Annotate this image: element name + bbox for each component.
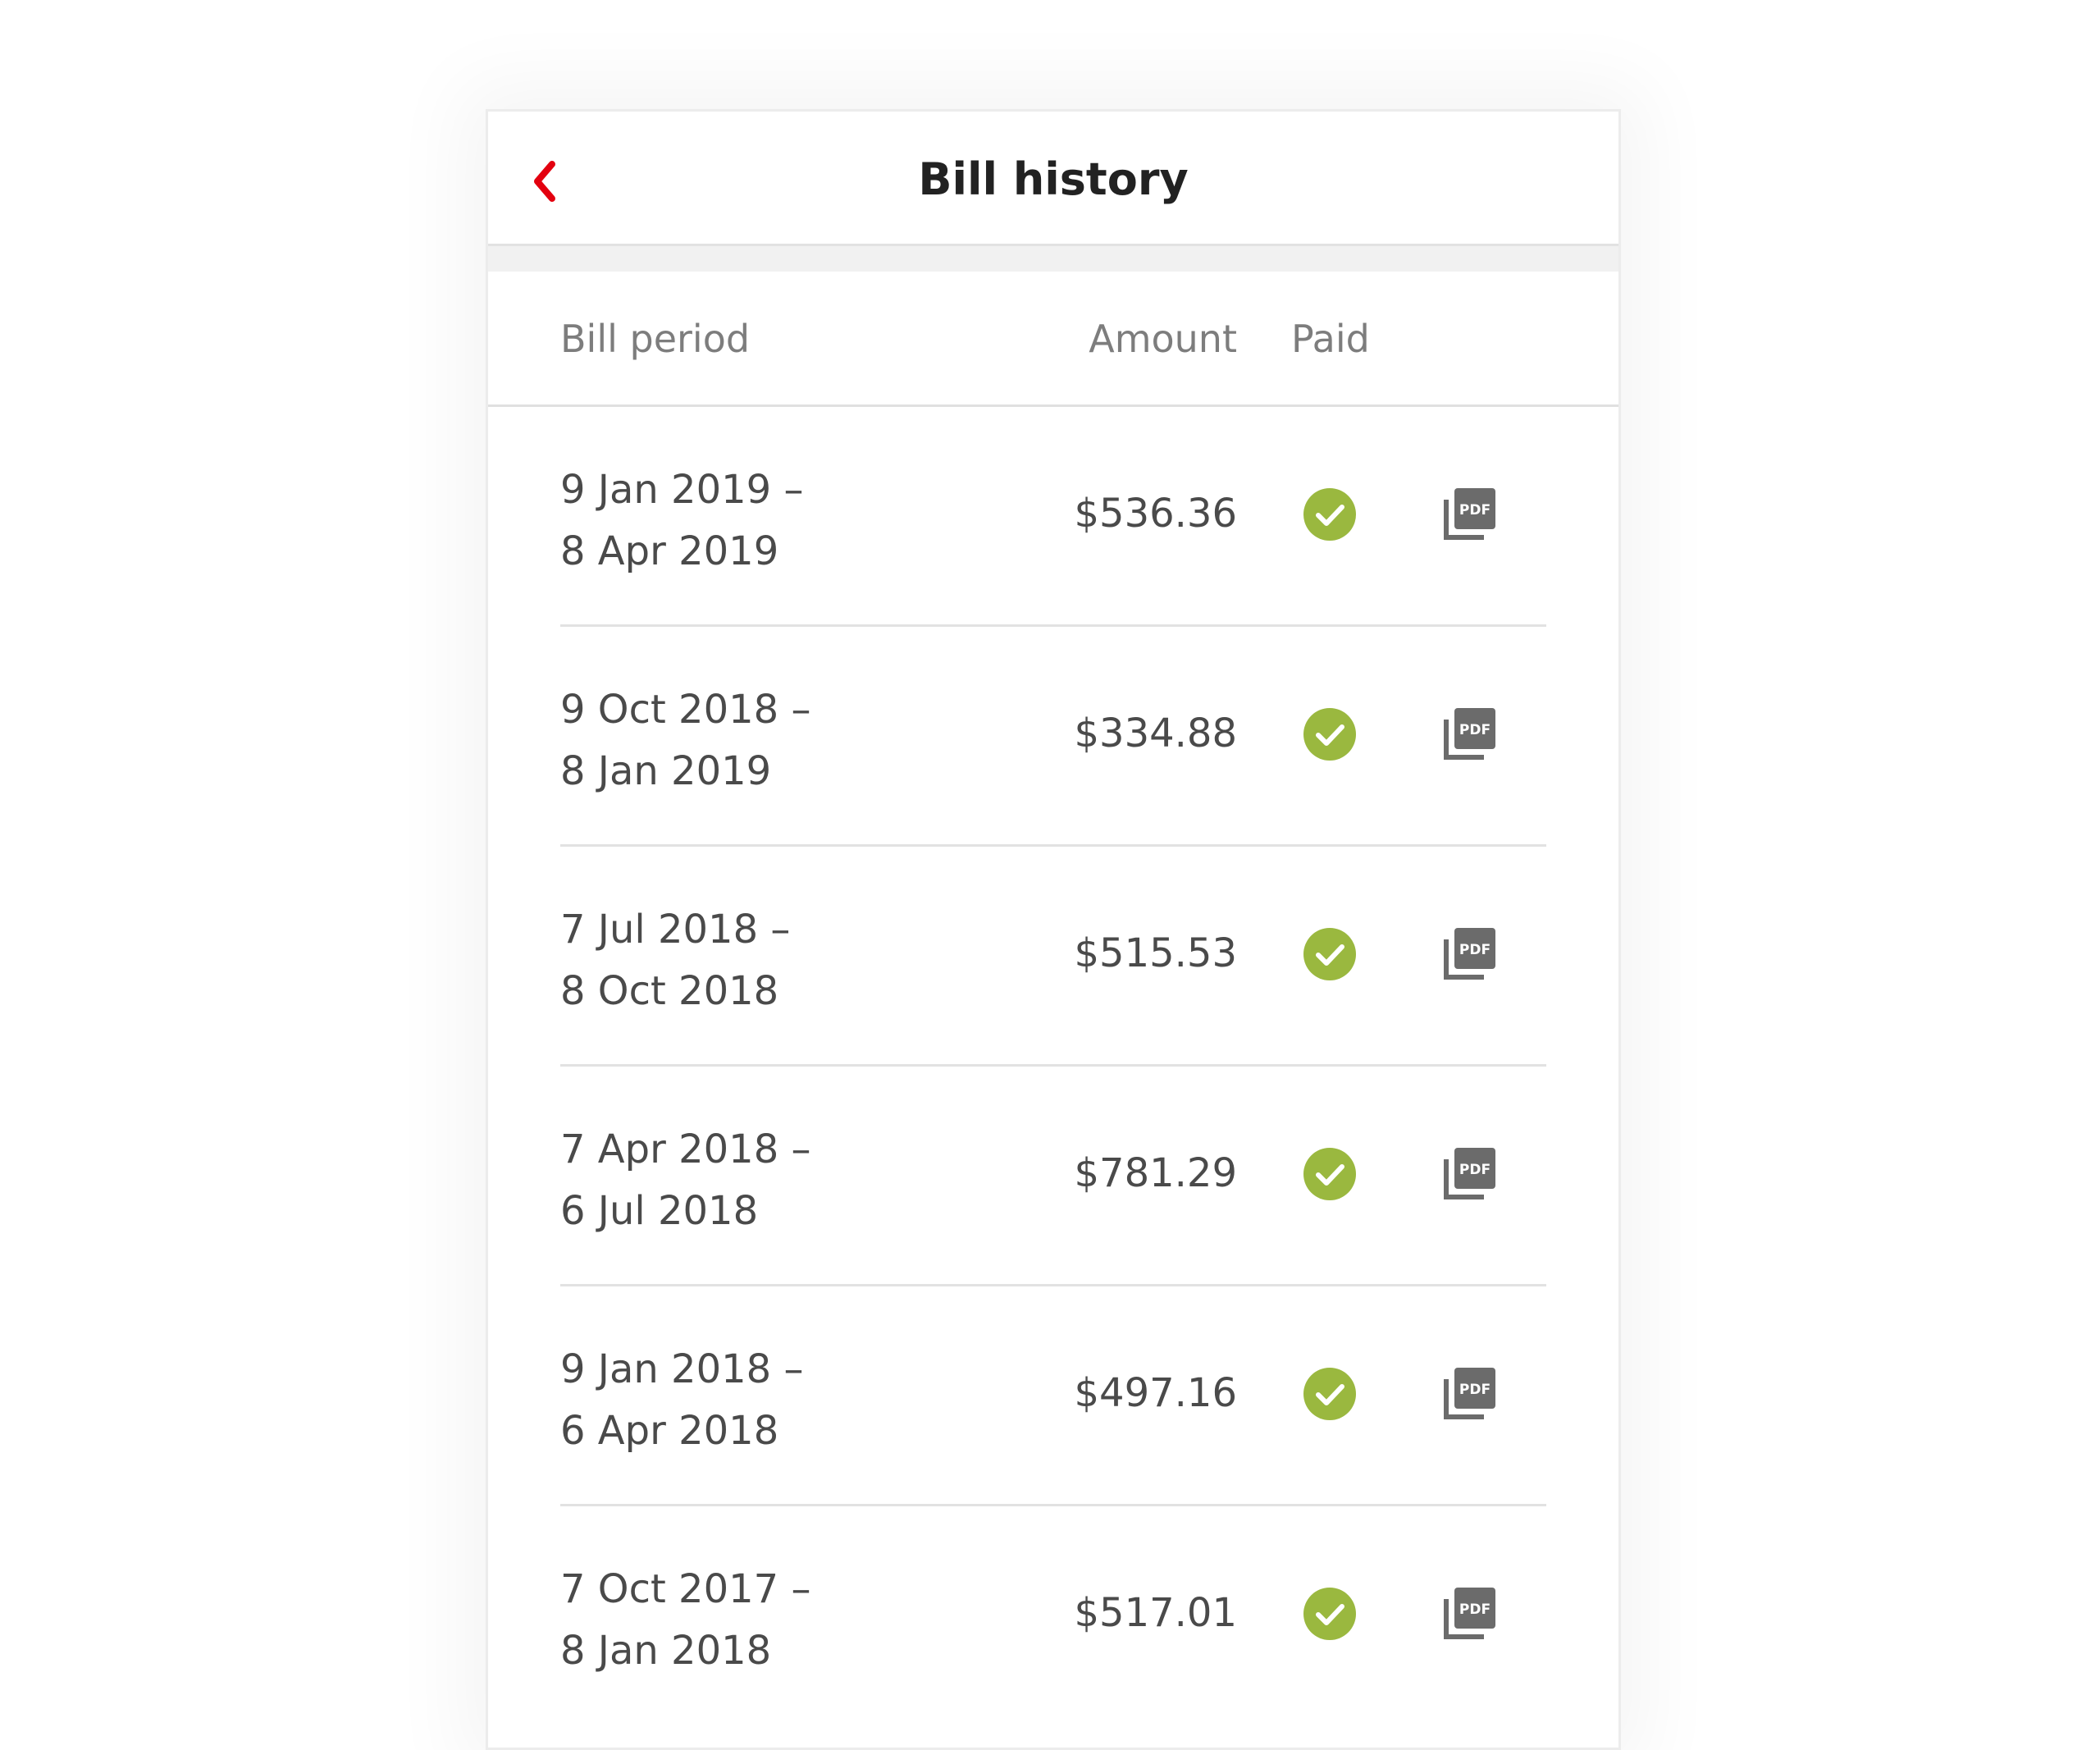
bill-period: 9 Jan 2018 – 6 Apr 2018 xyxy=(560,1339,803,1462)
bill-period-start: 9 Jan 2019 – xyxy=(560,467,804,513)
pdf-download-icon[interactable]: PDF xyxy=(1443,487,1497,541)
pdf-label: PDF xyxy=(1459,942,1491,958)
column-header-amount: Amount xyxy=(1089,317,1237,361)
bill-period: 7 Jul 2018 – 8 Oct 2018 xyxy=(560,899,790,1022)
paid-check-icon xyxy=(1303,928,1356,980)
bill-row[interactable]: 7 Oct 2017 – 8 Jan 2018 $517.01 PDF xyxy=(488,1506,1618,1726)
bill-list: 9 Jan 2019 – 8 Apr 2019 $536.36 PDF 9 Oc… xyxy=(488,407,1618,1726)
bill-period-end: 8 Oct 2018 xyxy=(560,968,779,1014)
bill-row[interactable]: 9 Jan 2019 – 8 Apr 2019 $536.36 PDF xyxy=(488,407,1618,627)
app-header: Bill history xyxy=(488,112,1618,246)
bill-amount: $781.29 xyxy=(1074,1150,1238,1196)
bill-period-start: 7 Oct 2017 – xyxy=(560,1566,811,1612)
column-header-paid: Paid xyxy=(1291,317,1370,361)
table-header: Bill period Amount Paid xyxy=(488,272,1618,407)
bill-row[interactable]: 7 Apr 2018 – 6 Jul 2018 $781.29 PDF xyxy=(488,1067,1618,1286)
bill-row[interactable]: 7 Jul 2018 – 8 Oct 2018 $515.53 PDF xyxy=(488,847,1618,1067)
pdf-label: PDF xyxy=(1459,1382,1491,1398)
bill-period: 7 Apr 2018 – 6 Jul 2018 xyxy=(560,1119,811,1242)
bill-period-end: 8 Jan 2019 xyxy=(560,748,772,794)
pdf-label: PDF xyxy=(1459,1602,1491,1618)
bill-row[interactable]: 9 Jan 2018 – 6 Apr 2018 $497.16 PDF xyxy=(488,1286,1618,1506)
bill-period-start: 7 Apr 2018 – xyxy=(560,1126,811,1172)
bill-amount: $334.88 xyxy=(1074,711,1238,756)
pdf-download-icon[interactable]: PDF xyxy=(1443,1366,1497,1420)
bill-period: 9 Jan 2019 – 8 Apr 2019 xyxy=(560,459,803,583)
bill-period-start: 9 Jan 2018 – xyxy=(560,1346,804,1392)
pdf-download-icon[interactable]: PDF xyxy=(1443,1146,1497,1200)
bill-period-end: 8 Jan 2018 xyxy=(560,1628,772,1674)
pdf-download-icon[interactable]: PDF xyxy=(1443,926,1497,980)
bill-amount: $536.36 xyxy=(1074,491,1238,537)
bill-period-end: 6 Jul 2018 xyxy=(560,1188,759,1234)
pdf-download-icon[interactable]: PDF xyxy=(1443,1586,1497,1640)
column-header-bill-period: Bill period xyxy=(560,317,751,361)
paid-check-icon xyxy=(1303,1368,1356,1420)
pdf-label: PDF xyxy=(1459,502,1491,519)
page-title: Bill history xyxy=(918,153,1189,205)
paid-check-icon xyxy=(1303,488,1356,541)
bill-period: 7 Oct 2017 – 8 Jan 2018 xyxy=(560,1559,810,1682)
bill-row[interactable]: 9 Oct 2018 – 8 Jan 2019 $334.88 PDF xyxy=(488,627,1618,847)
paid-check-icon xyxy=(1303,708,1356,761)
paid-check-icon xyxy=(1303,1588,1356,1640)
bill-amount: $497.16 xyxy=(1074,1370,1238,1416)
bill-amount: $517.01 xyxy=(1074,1590,1238,1636)
bill-period-end: 6 Apr 2018 xyxy=(560,1408,779,1454)
bill-period: 9 Oct 2018 – 8 Jan 2019 xyxy=(560,679,810,802)
paid-check-icon xyxy=(1303,1148,1356,1200)
pdf-download-icon[interactable]: PDF xyxy=(1443,706,1497,761)
section-separator xyxy=(488,246,1618,272)
bill-period-end: 8 Apr 2019 xyxy=(560,528,779,574)
bill-amount: $515.53 xyxy=(1074,930,1238,976)
phone-screen: Bill history Bill period Amount Paid 9 J… xyxy=(486,109,1621,1750)
bill-period-start: 9 Oct 2018 – xyxy=(560,687,811,733)
bill-period-start: 7 Jul 2018 – xyxy=(560,907,791,953)
pdf-label: PDF xyxy=(1459,1162,1491,1178)
pdf-label: PDF xyxy=(1459,722,1491,738)
